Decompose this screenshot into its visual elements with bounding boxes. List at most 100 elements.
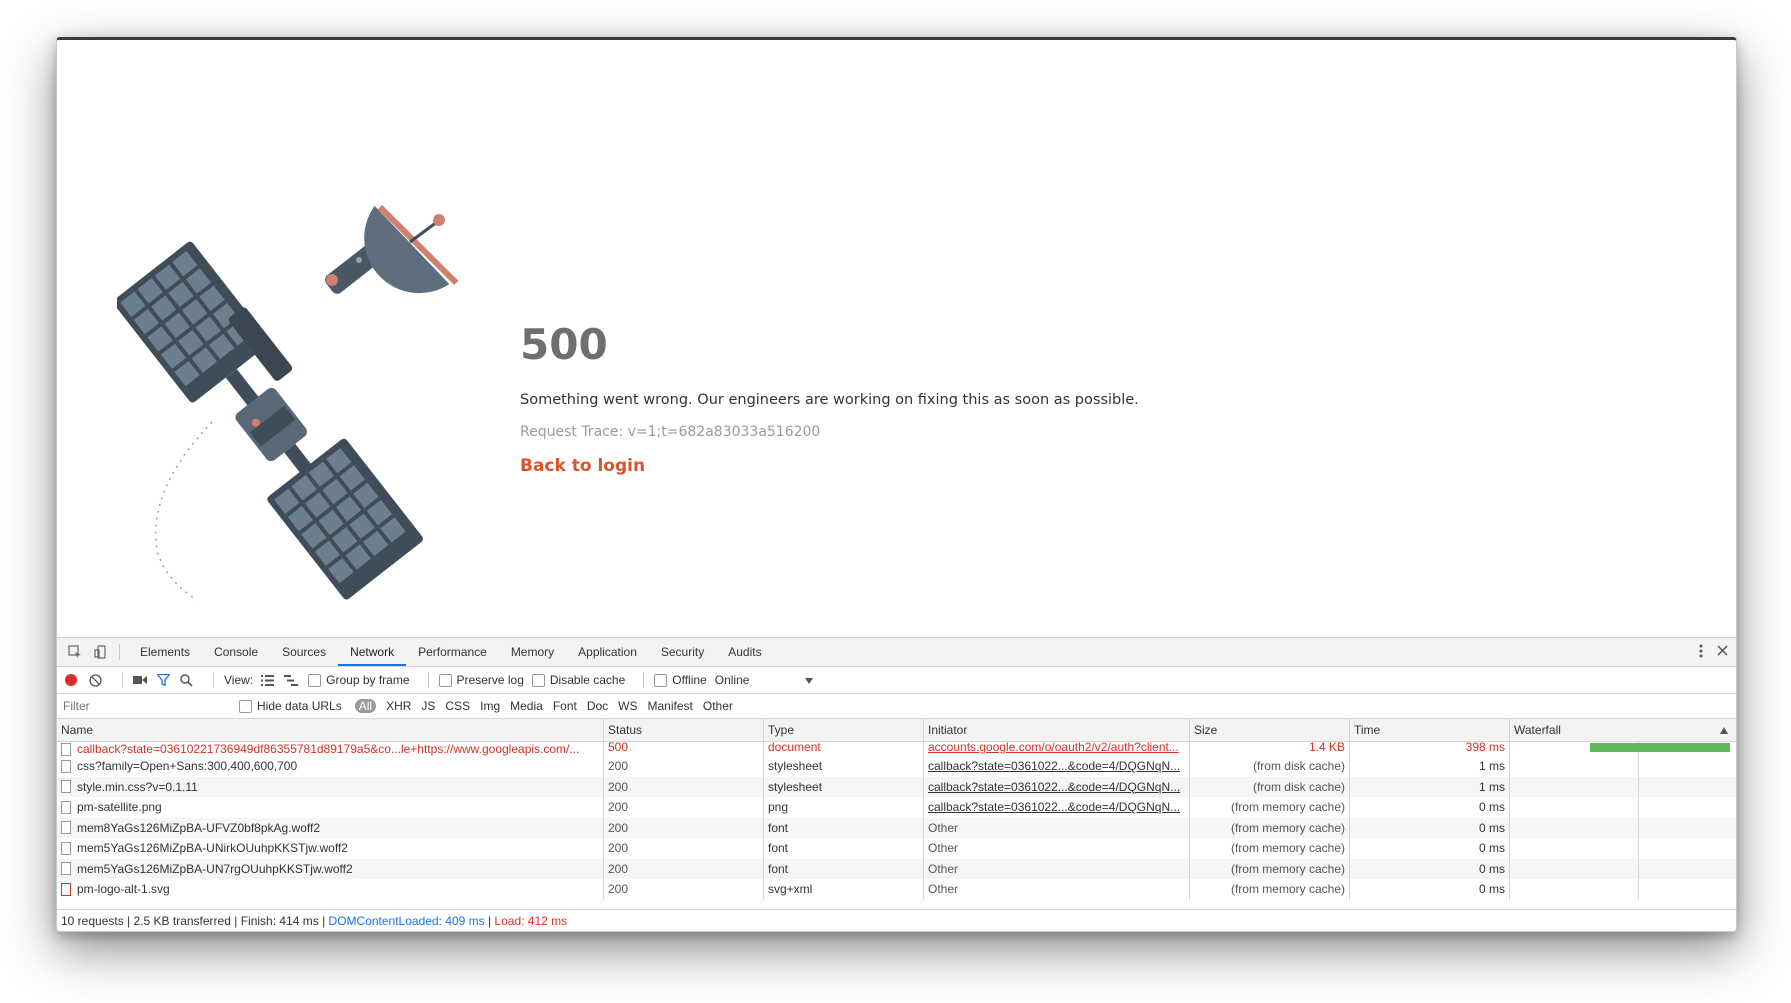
screenshot-camera-icon[interactable] <box>133 675 147 685</box>
summary-transferred: 2.5 KB transferred <box>133 914 231 928</box>
table-row[interactable]: mem5YaGs126MiZpBA-UNirkOUuhpKKSTjw.woff2… <box>57 838 1736 859</box>
network-toolbar: View: Group by frame Preserve log Disabl… <box>57 667 1736 694</box>
table-row[interactable]: pm-logo-alt-1.svg 200 svg+xml Other (fro… <box>57 879 1736 900</box>
stylesheet-file-icon <box>61 759 71 773</box>
summary-requests: 10 requests <box>61 914 124 928</box>
throttle-select[interactable]: Online <box>715 673 814 687</box>
tab-application[interactable]: Application <box>566 638 649 666</box>
column-header-type[interactable]: Type <box>764 719 924 741</box>
tab-memory[interactable]: Memory <box>499 638 566 666</box>
request-initiator[interactable]: accounts.google.com/o/oauth2/v2/auth?cli… <box>924 742 1190 756</box>
tab-elements[interactable]: Elements <box>128 638 202 666</box>
table-row[interactable]: callback?state=03610221736949df86355781d… <box>57 742 1736 756</box>
group-by-frame-checkbox[interactable] <box>308 673 322 687</box>
filter-icon[interactable] <box>157 674 170 686</box>
throttle-value: Online <box>714 673 750 687</box>
table-row[interactable]: mem8YaGs126MiZpBA-UFVZ0bf8pkAg.woff2 200… <box>57 817 1736 838</box>
filter-all[interactable]: All <box>354 699 377 713</box>
group-by-frame-label: Group by frame <box>326 673 410 687</box>
back-to-login-link[interactable]: Back to login <box>520 456 645 476</box>
filter-js[interactable]: JS <box>421 699 435 713</box>
filter-media[interactable]: Media <box>510 699 543 713</box>
chevron-down-icon <box>805 673 814 687</box>
waterfall-gridline <box>1638 838 1639 859</box>
more-options-icon[interactable] <box>1699 644 1703 661</box>
tab-network[interactable]: Network <box>338 638 407 666</box>
request-type: font <box>764 838 924 859</box>
request-type: document <box>764 742 924 756</box>
error-message: Something went wrong. Our engineers are … <box>520 392 1139 408</box>
page-viewport: 500 Something went wrong. Our engineers … <box>57 40 1736 637</box>
tab-performance[interactable]: Performance <box>406 638 499 666</box>
column-header-waterfall[interactable]: Waterfall <box>1510 719 1736 741</box>
column-header-size[interactable]: Size <box>1190 719 1350 741</box>
toolbar-separator <box>643 672 645 688</box>
request-size: (from memory cache) <box>1190 858 1350 879</box>
table-row[interactable]: mem5YaGs126MiZpBA-UN7rgOUuhpKKSTjw.woff2… <box>57 858 1736 879</box>
request-status: 200 <box>604 797 764 818</box>
column-header-initiator[interactable]: Initiator <box>924 719 1190 741</box>
table-row[interactable]: css?family=Open+Sans:300,400,600,700 200… <box>57 756 1736 777</box>
request-name: callback?state=03610221736949df86355781d… <box>77 742 580 756</box>
toolbar-separator <box>427 672 429 688</box>
filter-img[interactable]: Img <box>480 699 500 713</box>
waterfall-cell <box>1510 797 1736 818</box>
filter-ws[interactable]: WS <box>618 699 637 713</box>
filter-xhr[interactable]: XHR <box>386 699 411 713</box>
waterfall-gridline <box>1638 858 1639 879</box>
request-name: style.min.css?v=0.1.11 <box>77 779 198 794</box>
request-initiator[interactable]: callback?state=0361022...&code=4/DQGNqN.… <box>924 776 1190 797</box>
sort-ascending-icon <box>1720 719 1728 741</box>
font-file-icon <box>61 841 71 855</box>
request-initiator[interactable]: callback?state=0361022...&code=4/DQGNqN.… <box>924 797 1190 818</box>
column-header-name[interactable]: Name <box>57 719 604 741</box>
hide-data-urls-checkbox[interactable] <box>239 699 252 713</box>
request-time: 0 ms <box>1350 817 1510 838</box>
request-type: png <box>764 797 924 818</box>
column-header-status[interactable]: Status <box>604 719 764 741</box>
request-status: 200 <box>604 879 764 900</box>
filter-font[interactable]: Font <box>553 699 577 713</box>
request-size: (from memory cache) <box>1190 879 1350 900</box>
image-file-icon <box>61 800 71 814</box>
table-header: Name Status Type Initiator Size Time Wat… <box>57 719 1736 742</box>
waterfall-cell <box>1510 879 1736 900</box>
device-toolbar-icon[interactable] <box>93 644 109 660</box>
column-header-time[interactable]: Time <box>1350 719 1510 741</box>
table-row[interactable]: style.min.css?v=0.1.11 200 stylesheet ca… <box>57 776 1736 797</box>
disable-cache-checkbox[interactable] <box>531 673 545 687</box>
waterfall-gridline <box>1638 776 1639 797</box>
view-label: View: <box>224 673 254 687</box>
filter-doc[interactable]: Doc <box>587 699 608 713</box>
tab-security[interactable]: Security <box>649 638 716 666</box>
filter-other[interactable]: Other <box>703 699 733 713</box>
tab-sources[interactable]: Sources <box>270 638 338 666</box>
overview-icon[interactable] <box>284 674 299 686</box>
preserve-log-label: Preserve log <box>456 673 524 687</box>
request-type: font <box>764 817 924 838</box>
preserve-log-checkbox[interactable] <box>438 673 452 687</box>
clear-icon[interactable] <box>89 673 102 687</box>
table-row[interactable]: pm-satellite.png 200 png callback?state=… <box>57 797 1736 818</box>
record-icon[interactable] <box>65 674 77 686</box>
tab-console[interactable]: Console <box>202 638 270 666</box>
filter-manifest[interactable]: Manifest <box>648 699 693 713</box>
svg-file-icon <box>61 882 71 896</box>
close-devtools-icon[interactable] <box>1717 645 1728 659</box>
offline-checkbox[interactable] <box>654 673 668 687</box>
filter-css[interactable]: CSS <box>445 699 470 713</box>
filter-input[interactable] <box>61 696 225 716</box>
document-file-icon <box>61 742 71 756</box>
network-table: Name Status Type Initiator Size Time Wat… <box>57 719 1736 900</box>
waterfall-gridline <box>1638 817 1639 838</box>
request-trace: Request Trace: v=1;t=682a83033a516200 <box>520 424 821 440</box>
request-time: 1 ms <box>1350 756 1510 777</box>
inspect-element-icon[interactable] <box>67 644 83 660</box>
tab-separator <box>119 644 120 660</box>
search-icon[interactable] <box>180 673 193 687</box>
request-initiator: Other <box>924 838 1190 859</box>
large-rows-icon[interactable] <box>261 674 275 686</box>
request-initiator[interactable]: callback?state=0361022...&code=4/DQGNqN.… <box>924 756 1190 777</box>
tab-audits[interactable]: Audits <box>716 638 773 666</box>
waterfall-cell <box>1510 838 1736 859</box>
